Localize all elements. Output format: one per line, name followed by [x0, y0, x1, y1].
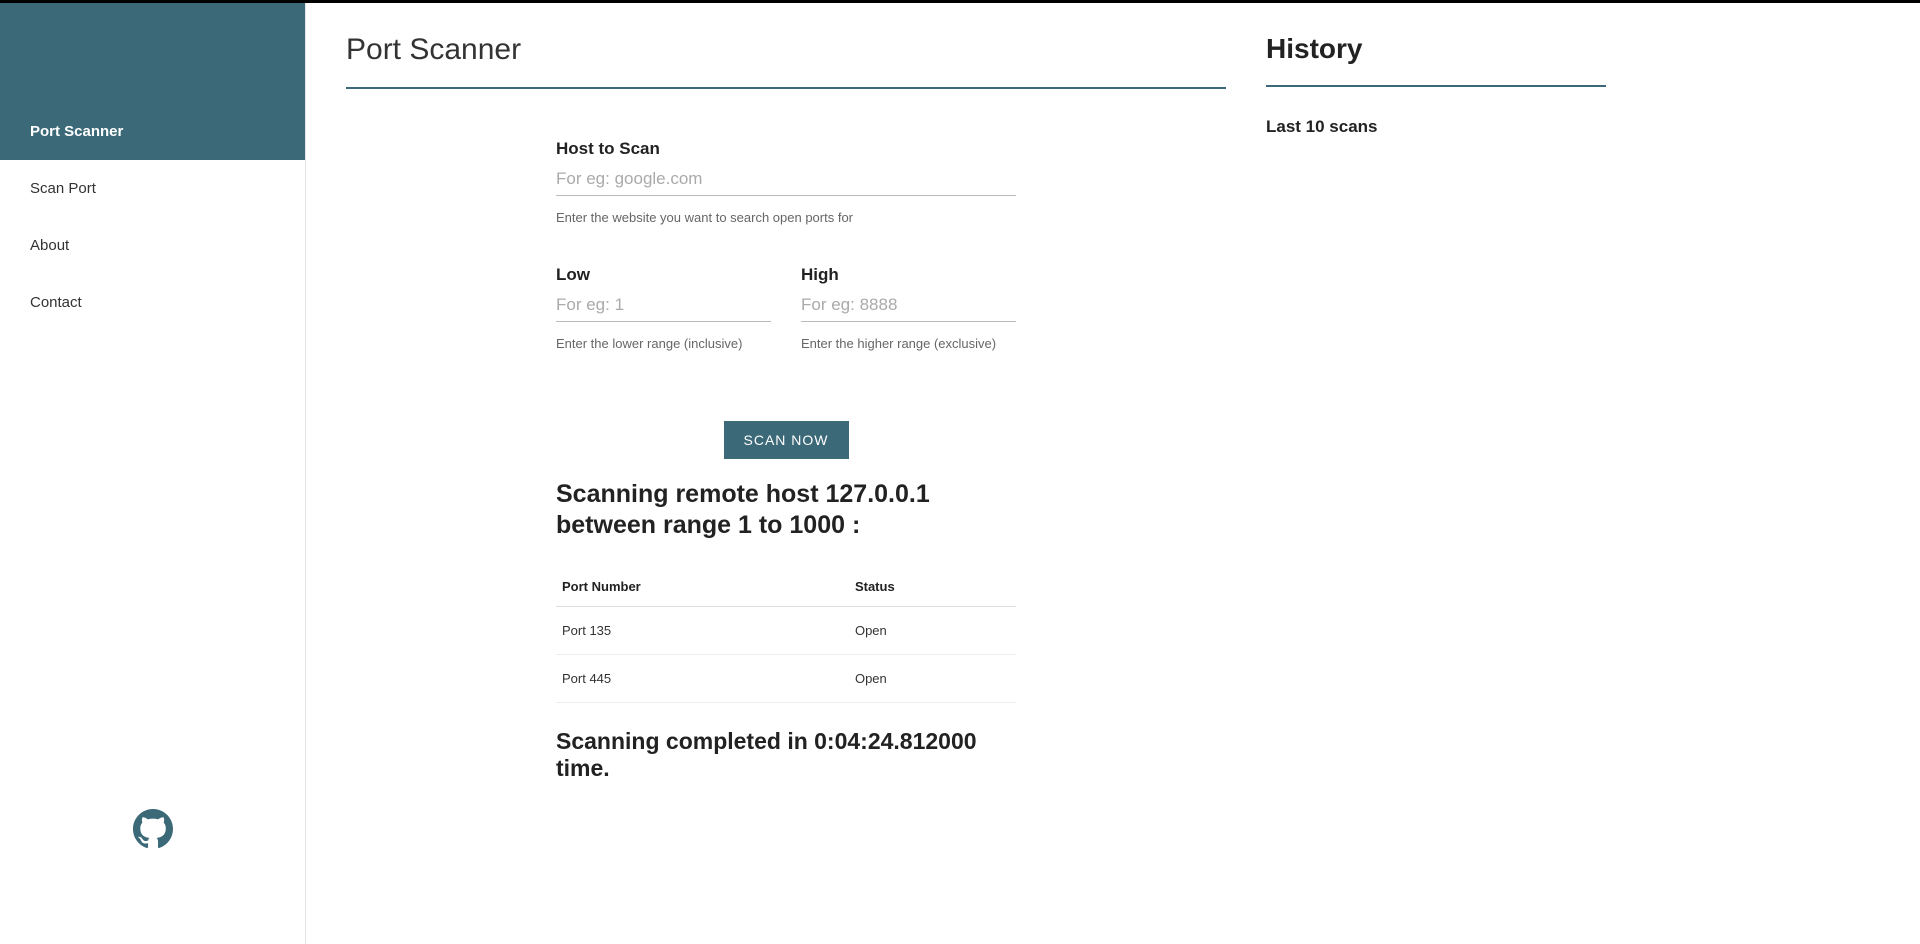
cell-status: Open: [849, 606, 1016, 654]
sidebar-item-port-scanner[interactable]: Port Scanner: [0, 103, 305, 160]
scan-form: Host to Scan Enter the website you want …: [556, 139, 1016, 782]
range-row: Low Enter the lower range (inclusive) Hi…: [556, 265, 1016, 391]
table-row: Port 445 Open: [556, 654, 1016, 702]
table-row: Port 135 Open: [556, 606, 1016, 654]
host-input[interactable]: [556, 163, 1016, 196]
low-helper: Enter the lower range (inclusive): [556, 336, 771, 351]
sidebar-item-label: Contact: [30, 294, 82, 311]
low-label: Low: [556, 265, 771, 285]
high-helper: Enter the higher range (exclusive): [801, 336, 1016, 351]
sidebar-header: [0, 3, 305, 103]
cell-port: Port 135: [556, 606, 849, 654]
result-table: Port Number Status Port 135 Open Port 44…: [556, 567, 1016, 703]
low-field-group: Low Enter the lower range (inclusive): [556, 265, 771, 351]
cell-status: Open: [849, 654, 1016, 702]
low-input[interactable]: [556, 289, 771, 322]
col-status: Status: [849, 567, 1016, 607]
sidebar-item-contact[interactable]: Contact: [0, 274, 305, 331]
result-heading: Scanning remote host 127.0.0.1 between r…: [556, 479, 1016, 542]
sidebar-item-label: Port Scanner: [30, 123, 123, 140]
submit-row: SCAN NOW: [556, 421, 1016, 459]
sidebar-item-scan-port[interactable]: Scan Port: [0, 160, 305, 217]
host-label: Host to Scan: [556, 139, 1016, 159]
host-helper: Enter the website you want to search ope…: [556, 210, 1016, 225]
github-link[interactable]: [133, 809, 173, 854]
host-field-group: Host to Scan Enter the website you want …: [556, 139, 1016, 225]
col-port-number: Port Number: [556, 567, 849, 607]
page-title: Port Scanner: [346, 33, 1226, 89]
high-input[interactable]: [801, 289, 1016, 322]
history-panel: History Last 10 scans: [1266, 33, 1606, 914]
github-icon: [133, 836, 173, 853]
main-content: Port Scanner Host to Scan Enter the webs…: [306, 3, 1920, 944]
sidebar-item-about[interactable]: About: [0, 217, 305, 274]
scan-now-button[interactable]: SCAN NOW: [724, 421, 849, 459]
high-label: High: [801, 265, 1016, 285]
sidebar-item-label: Scan Port: [30, 180, 96, 197]
sidebar: Port Scanner Scan Port About Contact: [0, 3, 306, 944]
cell-port: Port 445: [556, 654, 849, 702]
sidebar-item-label: About: [30, 237, 69, 254]
high-field-group: High Enter the higher range (exclusive): [801, 265, 1016, 351]
history-subtitle: Last 10 scans: [1266, 117, 1606, 137]
completion-text: Scanning completed in 0:04:24.812000 tim…: [556, 728, 1016, 782]
history-title: History: [1266, 33, 1606, 87]
center-panel: Port Scanner Host to Scan Enter the webs…: [346, 33, 1226, 914]
